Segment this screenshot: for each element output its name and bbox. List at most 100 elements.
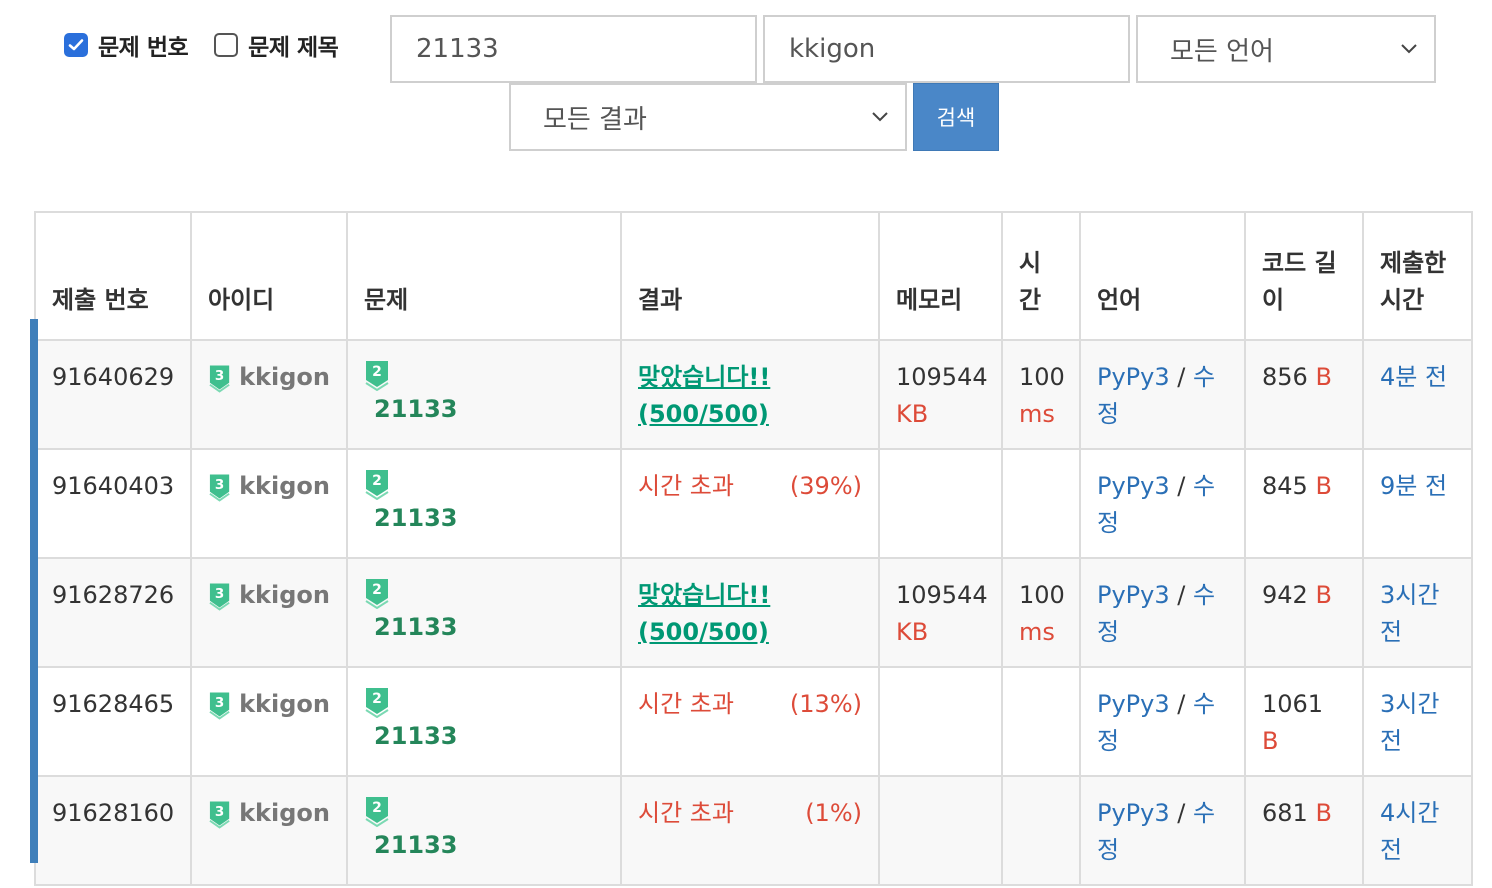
- result-accepted-link[interactable]: 맞았습니다!! (500/500): [638, 581, 770, 646]
- result-status: 시간 초과 (1%): [638, 795, 862, 832]
- chevron-down-icon: [1401, 44, 1417, 54]
- table-row: 91628726 3 kkigon 2 21133 맞았습니다!! (500/5…: [34, 557, 1473, 668]
- user-tier-text: 3: [215, 694, 224, 710]
- submitted-time-cell: 3시간 전: [1362, 557, 1473, 668]
- user-tier-text: 3: [215, 476, 224, 492]
- separator-slash: /: [1177, 581, 1186, 609]
- memory-unit: KB: [896, 400, 929, 428]
- code-length-value: 681: [1262, 799, 1308, 827]
- language-cell: PyPy3 / 수정: [1079, 775, 1246, 886]
- status-table: 제출 번호 아이디 문제 결과 메모리 시간 언어 코드 길이 제출한 시간 9…: [34, 211, 1473, 886]
- memory-value: 109544: [896, 363, 988, 391]
- result-accepted-link[interactable]: 맞았습니다!! (500/500): [638, 363, 770, 428]
- table-row: 91640629 3 kkigon 2 21133 맞았습니다!! (500/5…: [34, 339, 1473, 450]
- memory-cell: 109544 KB: [878, 339, 1003, 450]
- submitted-time-link[interactable]: 4분 전: [1380, 363, 1447, 391]
- result-status: 시간 초과 (13%): [638, 686, 862, 723]
- submission-id: 91640629: [34, 339, 192, 450]
- memory-value: 109544: [896, 581, 988, 609]
- language-cell: PyPy3 / 수정: [1079, 666, 1246, 777]
- language-link[interactable]: PyPy3: [1097, 472, 1170, 500]
- problem-input-value: 21133: [416, 34, 499, 64]
- submission-id-text: 91640403: [52, 472, 175, 500]
- result-select[interactable]: 모든 결과: [509, 83, 907, 151]
- submission-id: 91628465: [34, 666, 192, 777]
- submission-id: 91628160: [34, 775, 192, 886]
- problem-cell: 2 21133: [346, 666, 622, 777]
- separator-slash: /: [1177, 363, 1186, 391]
- language-link[interactable]: PyPy3: [1097, 363, 1170, 391]
- tier-badge-icon: 3: [209, 473, 230, 502]
- submitted-time-link[interactable]: 3시간 전: [1380, 690, 1439, 755]
- problem-cell: 2 21133: [346, 448, 622, 559]
- submitted-time-link[interactable]: 4시간 전: [1380, 799, 1439, 864]
- time-value: 100: [1019, 581, 1065, 609]
- header-submission-id: 제출 번호: [34, 211, 192, 341]
- code-length-unit: B: [1315, 581, 1332, 609]
- language-link[interactable]: PyPy3: [1097, 799, 1170, 827]
- language-cell: PyPy3 / 수정: [1079, 448, 1246, 559]
- language-link[interactable]: PyPy3: [1097, 690, 1170, 718]
- code-length-cell: 1061 B: [1244, 666, 1364, 777]
- header-memory: 메모리: [878, 211, 1003, 341]
- user-cell: 3 kkigon: [190, 448, 348, 559]
- submitted-time-link[interactable]: 3시간 전: [1380, 581, 1439, 646]
- user-link[interactable]: 3 kkigon: [208, 686, 330, 723]
- problem-link[interactable]: 21133: [364, 395, 458, 423]
- problem-cell: 2 21133: [346, 775, 622, 886]
- table-row: 91640403 3 kkigon 2 21133 시간 초과 (39%) Py…: [34, 448, 1473, 559]
- user-cell: 3 kkigon: [190, 666, 348, 777]
- problem-input[interactable]: 21133: [390, 15, 757, 83]
- problem-tier-text: 2: [372, 473, 382, 489]
- time-value: 100: [1019, 363, 1065, 391]
- user-name: kkigon: [239, 799, 330, 827]
- user-link[interactable]: 3 kkigon: [208, 468, 330, 505]
- user-name: kkigon: [239, 472, 330, 500]
- code-length-cell: 681 B: [1244, 775, 1364, 886]
- memory-unit: KB: [896, 618, 929, 646]
- submission-id-text: 91628160: [52, 799, 175, 827]
- separator-slash: /: [1177, 690, 1186, 718]
- result-cell: 맞았습니다!! (500/500): [620, 339, 880, 450]
- search-button[interactable]: 검색: [913, 83, 999, 151]
- problem-link[interactable]: 21133: [364, 831, 458, 859]
- time-cell: [1001, 666, 1081, 777]
- user-name: kkigon: [239, 581, 330, 609]
- problem-title-checkbox[interactable]: [214, 33, 239, 57]
- header-result: 결과: [620, 211, 880, 341]
- language-cell: PyPy3 / 수정: [1079, 339, 1246, 450]
- code-length-cell: 856 B: [1244, 339, 1364, 450]
- user-id-input[interactable]: kkigon: [763, 15, 1130, 83]
- problem-link[interactable]: 21133: [364, 722, 458, 750]
- memory-cell: [878, 448, 1003, 559]
- problem-tier-text: 2: [372, 800, 382, 816]
- submission-id: 91628726: [34, 557, 192, 668]
- problem-number-checkbox[interactable]: [64, 33, 88, 57]
- code-length-value: 856: [1262, 363, 1308, 391]
- language-link[interactable]: PyPy3: [1097, 581, 1170, 609]
- user-link[interactable]: 3 kkigon: [208, 577, 330, 614]
- result-status: 시간 초과 (39%): [638, 468, 862, 505]
- header-language: 언어: [1079, 211, 1246, 341]
- header-submitted-time: 제출한 시간: [1362, 211, 1473, 341]
- code-length-unit: B: [1315, 799, 1332, 827]
- user-link[interactable]: 3 kkigon: [208, 359, 330, 396]
- user-link[interactable]: 3 kkigon: [208, 795, 330, 832]
- problem-number-option[interactable]: 문제 번호: [64, 28, 189, 62]
- problem-link[interactable]: 21133: [364, 504, 458, 532]
- time-cell: 100 ms: [1001, 557, 1081, 668]
- submitted-time-link[interactable]: 9분 전: [1380, 472, 1447, 500]
- result-cell: 맞았습니다!! (500/500): [620, 557, 880, 668]
- code-length-unit: B: [1315, 472, 1332, 500]
- submitted-time-cell: 9분 전: [1362, 448, 1473, 559]
- user-id-input-value: kkigon: [789, 34, 876, 64]
- problem-link[interactable]: 21133: [364, 613, 458, 641]
- user-cell: 3 kkigon: [190, 775, 348, 886]
- result-text: 시간 초과: [638, 472, 734, 500]
- language-select[interactable]: 모든 언어: [1136, 15, 1436, 83]
- status-table-container: 제출 번호 아이디 문제 결과 메모리 시간 언어 코드 길이 제출한 시간 9…: [30, 211, 1473, 886]
- problem-title-option[interactable]: 문제 제목: [214, 28, 339, 62]
- table-row: 91628465 3 kkigon 2 21133 시간 초과 (13%) Py…: [34, 666, 1473, 777]
- time-unit: ms: [1019, 400, 1055, 428]
- search-type-options: 문제 번호 문제 제목: [64, 28, 364, 62]
